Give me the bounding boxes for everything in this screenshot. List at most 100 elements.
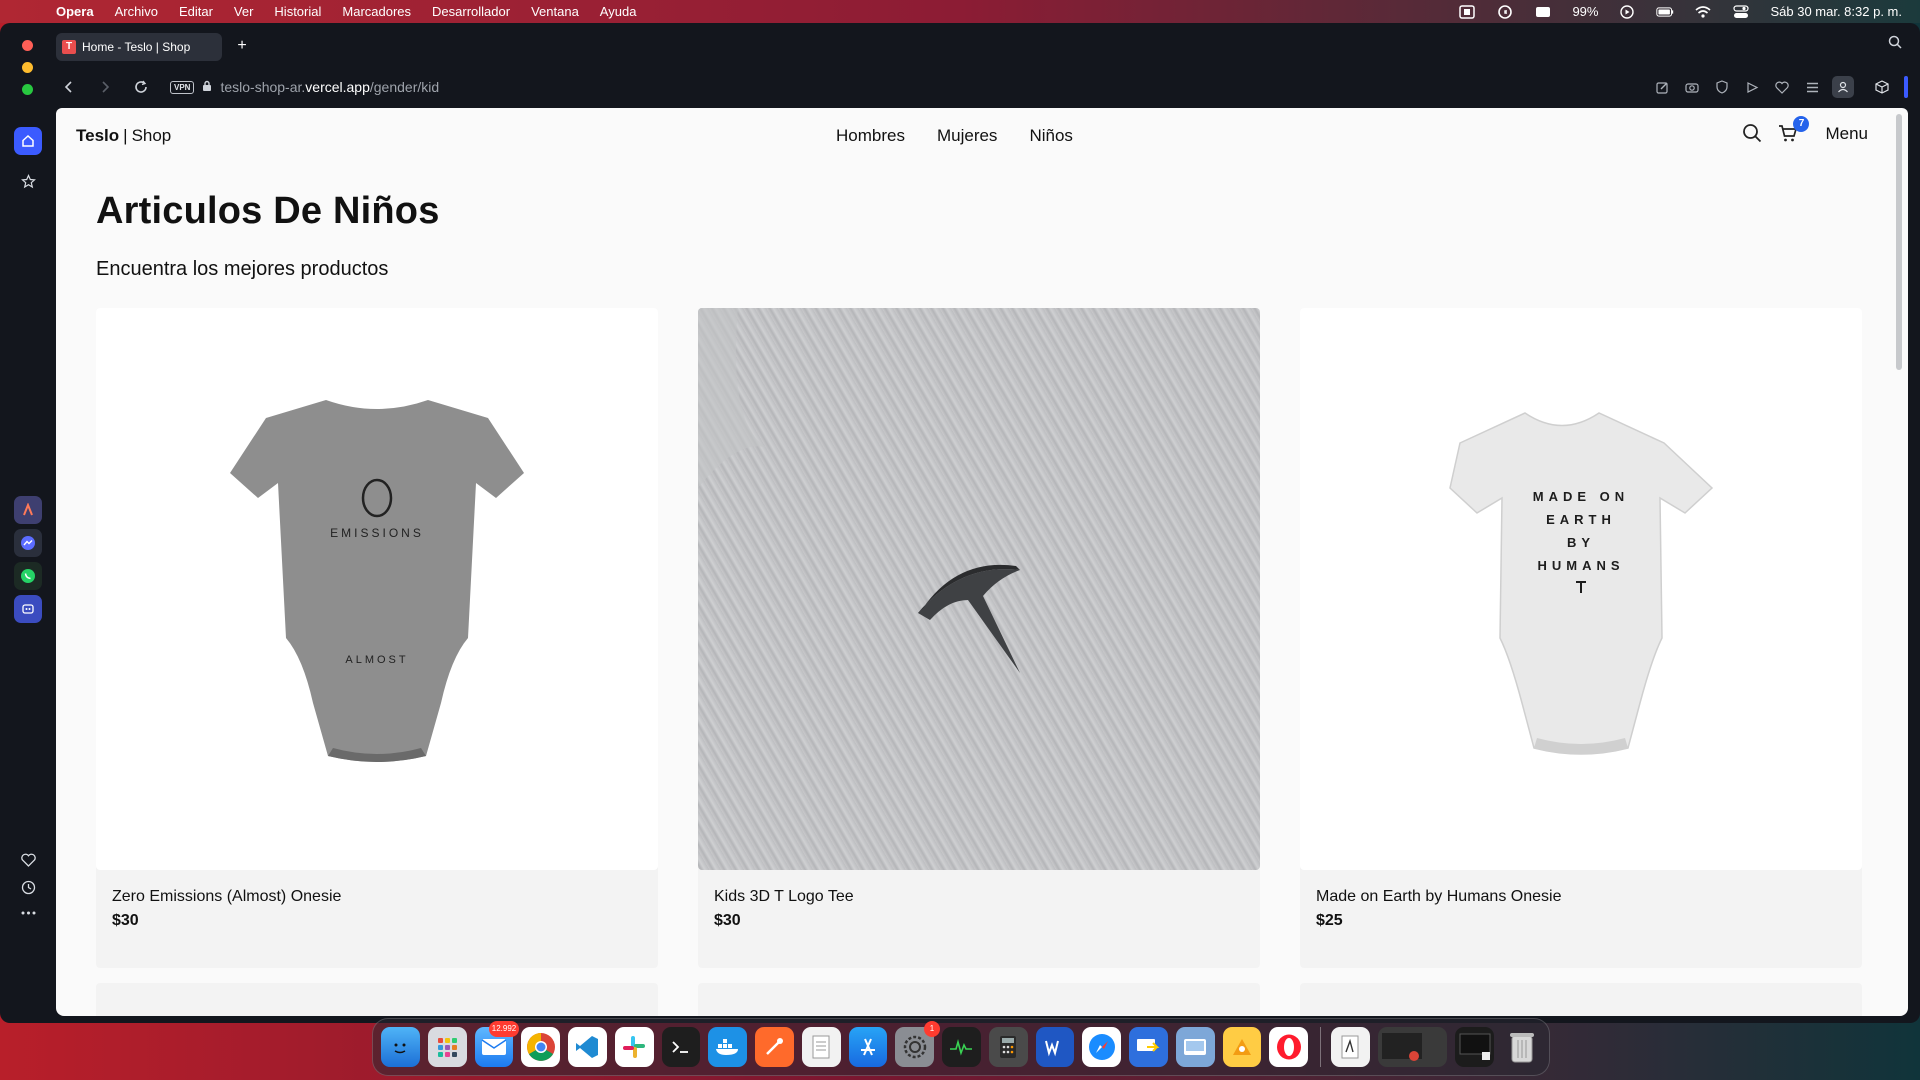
sidebar-whatsapp-icon[interactable] <box>14 562 42 590</box>
terminal-icon[interactable] <box>661 1027 701 1067</box>
reload-button[interactable] <box>128 74 154 100</box>
back-button[interactable] <box>56 74 82 100</box>
keyboard-icon[interactable] <box>1534 5 1552 19</box>
launchpad-icon[interactable] <box>427 1027 467 1067</box>
product-image[interactable]: EMISSIONS ALMOST <box>96 308 658 870</box>
control-center-icon[interactable] <box>1732 4 1750 19</box>
trash-icon[interactable] <box>1502 1027 1541 1067</box>
sidebar-history-icon[interactable] <box>14 873 42 901</box>
profile-icon[interactable] <box>1832 76 1854 98</box>
page-scrollbar[interactable] <box>1896 114 1902 370</box>
site-logo[interactable]: Teslo | Shop <box>76 126 171 146</box>
calculator-icon[interactable] <box>988 1027 1028 1067</box>
macos-menubar: Opera Archivo Editar Ver Historial Marca… <box>0 0 1920 23</box>
zoom-window-button[interactable] <box>22 84 33 95</box>
chrome-icon[interactable] <box>521 1027 560 1067</box>
cart-icon[interactable]: 7 <box>1777 116 1810 146</box>
search-icon[interactable] <box>1741 122 1765 146</box>
menu-ayuda[interactable]: Ayuda <box>600 4 637 19</box>
product-card[interactable]: MADE ON EARTH BY HUMANS Made on Earth by… <box>1300 308 1862 968</box>
product-image[interactable]: MADE ON EARTH BY HUMANS <box>1300 308 1862 870</box>
postman-icon[interactable] <box>755 1027 794 1067</box>
screen-share-icon[interactable] <box>1458 4 1476 19</box>
easy-setup-icon[interactable] <box>1802 77 1822 97</box>
menu-historial[interactable]: Historial <box>274 4 321 19</box>
browser-tab[interactable]: T Home - Teslo | Shop <box>56 33 222 61</box>
product-name[interactable]: Made on Earth by Humans Onesie <box>1316 888 1561 906</box>
tab-search-icon[interactable] <box>1884 35 1906 57</box>
opera-icon[interactable] <box>1269 1027 1308 1067</box>
new-tab-button[interactable]: + <box>232 36 252 56</box>
vscode-icon[interactable] <box>568 1027 607 1067</box>
product-card-next[interactable] <box>1300 983 1862 1016</box>
product-card[interactable]: EMISSIONS ALMOST Zero Emissions (Almost)… <box>96 308 658 968</box>
product-card-next[interactable] <box>96 983 658 1016</box>
sidebar-messenger-icon[interactable] <box>14 529 42 557</box>
menubar-clock[interactable]: Sáb 30 mar. 8:32 p. m. <box>1770 4 1902 19</box>
site-top-nav: Teslo | Shop Hombres Mujeres Niños 7 Menu <box>56 108 1908 164</box>
preview-icon[interactable] <box>1175 1027 1215 1067</box>
nav-hombres[interactable]: Hombres <box>836 126 905 146</box>
menu-editar[interactable]: Editar <box>179 4 213 19</box>
logo-separator: | <box>123 126 128 145</box>
url-path: /gender/kid <box>369 79 440 95</box>
forward-button[interactable] <box>92 74 118 100</box>
edit-icon[interactable] <box>1652 77 1672 97</box>
product-name[interactable]: Kids 3D T Logo Tee <box>714 888 854 906</box>
product-card-next[interactable] <box>698 983 1260 1016</box>
menu-marcadores[interactable]: Marcadores <box>342 4 411 19</box>
sidebar-star-icon[interactable] <box>14 167 42 195</box>
product-name[interactable]: Zero Emissions (Almost) Onesie <box>112 888 341 906</box>
app-store-icon[interactable] <box>848 1027 888 1067</box>
tab-favicon: T <box>62 40 76 54</box>
menu-archivo[interactable]: Archivo <box>115 4 158 19</box>
mail-badge: 12.992 <box>488 1021 520 1037</box>
onesie-print-line-3: BY <box>1567 535 1595 550</box>
battery-icon[interactable] <box>1656 5 1674 19</box>
category-nav: Hombres Mujeres Niños <box>836 126 1073 146</box>
menu-ver[interactable]: Ver <box>234 4 254 19</box>
font-book-icon[interactable] <box>1330 1027 1370 1067</box>
sidebar-ai-icon[interactable] <box>14 595 42 623</box>
menubar-app-name[interactable]: Opera <box>56 4 94 19</box>
menu-desarrollador[interactable]: Desarrollador <box>432 4 510 19</box>
sidebar-heart-icon[interactable] <box>14 846 42 874</box>
send-icon[interactable] <box>1742 77 1762 97</box>
page-subtitle: Encuentra los mejores productos <box>96 258 389 280</box>
nav-mujeres[interactable]: Mujeres <box>937 126 997 146</box>
browser-window: T Home - Teslo | Shop + VPN teslo-shop-a… <box>0 23 1920 1023</box>
mail-icon[interactable]: 12.992 <box>474 1021 520 1067</box>
url-field[interactable]: teslo-shop-ar.vercel.app/gender/kid <box>220 79 439 95</box>
textedit-icon[interactable] <box>801 1027 841 1067</box>
sidebar-more-icon[interactable] <box>14 899 42 927</box>
product-card[interactable]: Kids 3D T Logo Tee $30 <box>698 308 1260 968</box>
product-image[interactable] <box>698 308 1260 870</box>
screen-sharing-icon[interactable] <box>1129 1027 1168 1067</box>
slack-icon[interactable] <box>614 1027 654 1067</box>
heart-icon[interactable] <box>1772 77 1792 97</box>
sidebar-aria-icon[interactable] <box>14 496 42 524</box>
activity-monitor-icon[interactable] <box>942 1027 981 1067</box>
recent-window-thumbnail[interactable] <box>1377 1027 1448 1067</box>
recent-terminal-thumbnail[interactable] <box>1455 1027 1495 1067</box>
finder-icon[interactable] <box>381 1027 420 1067</box>
sequel-icon[interactable] <box>1222 1027 1262 1067</box>
wifi-icon[interactable] <box>1694 5 1712 19</box>
word-icon[interactable] <box>1035 1027 1075 1067</box>
onesie-print-line-1: MADE ON <box>1533 489 1629 504</box>
safari-icon[interactable] <box>1082 1027 1121 1067</box>
menu-button[interactable]: Menu <box>1825 124 1868 144</box>
nav-ninos[interactable]: Niños <box>1029 126 1072 146</box>
address-bar: VPN teslo-shop-ar.vercel.app/gender/kid <box>56 69 1908 105</box>
menu-ventana[interactable]: Ventana <box>531 4 579 19</box>
play-icon[interactable] <box>1618 4 1636 19</box>
lock-icon[interactable] <box>202 80 212 95</box>
sidebar-home-icon[interactable] <box>14 127 42 155</box>
shield-icon[interactable] <box>1712 77 1732 97</box>
docker-icon[interactable] <box>708 1027 747 1067</box>
system-settings-icon[interactable]: 1 <box>895 1021 940 1067</box>
extensions-icon[interactable] <box>1872 77 1892 97</box>
vpn-badge[interactable]: VPN <box>170 80 195 94</box>
camera-icon[interactable] <box>1682 77 1702 97</box>
grammarly-icon[interactable] <box>1496 4 1514 19</box>
